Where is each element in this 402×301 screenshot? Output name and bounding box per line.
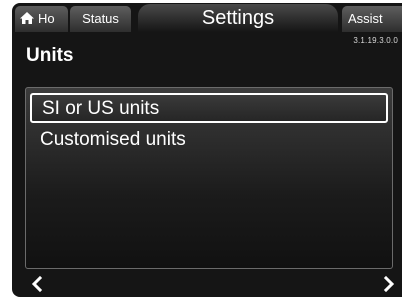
chevron-right-icon[interactable]	[378, 273, 398, 295]
list-item-label: SI or US units	[42, 98, 160, 119]
tab-assist-label: Assist	[348, 11, 383, 26]
chevron-left-icon[interactable]	[28, 273, 48, 295]
tab-status-label: Status	[82, 11, 119, 26]
home-icon	[20, 12, 34, 24]
screen: Ho Status Settings Assist 3.1.19.3.0.0 U…	[0, 0, 402, 301]
tab-settings[interactable]: Settings	[138, 4, 338, 32]
list-item-label: Customised units	[40, 129, 186, 150]
tab-assist[interactable]: Assist	[342, 6, 402, 32]
display-panel: Ho Status Settings Assist 3.1.19.3.0.0 U…	[12, 3, 402, 297]
page-title: Units	[26, 45, 74, 66]
version-text: 3.1.19.3.0.0	[353, 36, 398, 45]
units-list: SI or US units Customised units	[25, 87, 393, 269]
tab-status[interactable]: Status	[70, 6, 131, 32]
list-item-si-or-us-units[interactable]: SI or US units	[30, 93, 388, 123]
list-item-customised-units[interactable]: Customised units	[30, 126, 388, 156]
tab-home[interactable]: Ho	[15, 6, 68, 32]
tab-home-label: Ho	[38, 11, 55, 26]
tab-settings-label: Settings	[201, 7, 275, 29]
